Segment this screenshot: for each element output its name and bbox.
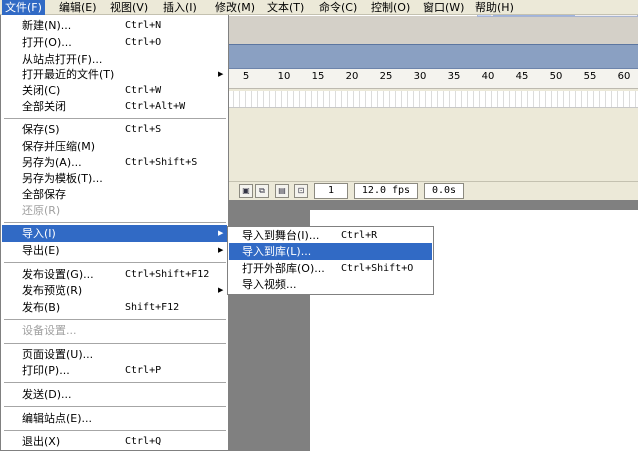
- onion-outline-icon[interactable]: ▤: [275, 184, 289, 198]
- timeline-ruler: 5 10 15 20 25 30 35 40 45 50 55 60: [228, 69, 638, 89]
- menu-item-open-recent[interactable]: 打开最近的文件(T) ▶: [2, 66, 227, 83]
- ruler-tick: 20: [345, 71, 359, 82]
- menu-item-save-as-template[interactable]: 另存为模板(T)...: [2, 170, 227, 187]
- ruler-tick: 5: [242, 71, 250, 82]
- ruler-tick: 45: [515, 71, 529, 82]
- ruler-tick: 55: [583, 71, 597, 82]
- menu-separator: [4, 343, 226, 344]
- menu-item-save[interactable]: 保存(S) Ctrl+S: [2, 121, 227, 138]
- menu-item-device-settings: 设备设置...: [22, 324, 77, 337]
- menu-commands[interactable]: 命令(C): [316, 0, 360, 15]
- menubar: 文件(F) 编辑(E) 视图(V) 插入(I) 修改(M) 文本(T) 命令(C…: [0, 0, 638, 15]
- ruler-tick: 35: [447, 71, 461, 82]
- menu-window[interactable]: 窗口(W): [420, 0, 467, 15]
- file-menu-dropdown: 新建(N)... Ctrl+N 打开(O)... Ctrl+O 从站点打开(F)…: [0, 15, 229, 451]
- menu-separator: [4, 406, 226, 407]
- menu-item-export[interactable]: 导出(E) ▶: [2, 242, 227, 259]
- menu-item-exit[interactable]: 退出(X) Ctrl+Q: [2, 433, 227, 450]
- menu-file[interactable]: 文件(F): [2, 0, 45, 15]
- ruler-tick: 30: [413, 71, 427, 82]
- menu-item-publish[interactable]: 发布(B) Shift+F12: [2, 299, 227, 316]
- center-frame-icon[interactable]: ▣: [239, 184, 253, 198]
- menu-item-save-all[interactable]: 全部保存: [2, 186, 227, 203]
- menu-item-save-and-compact[interactable]: 保存并压缩(M): [2, 138, 227, 155]
- menu-item-page-setup[interactable]: 页面设置(U)...: [2, 346, 227, 363]
- menu-separator: [4, 382, 226, 383]
- panel-header: [228, 16, 638, 44]
- menu-item-publish-settings[interactable]: 发布设置(G)... Ctrl+Shift+F12: [2, 266, 227, 283]
- menu-help[interactable]: 帮助(H): [472, 0, 517, 15]
- menu-separator: [4, 262, 226, 263]
- menu-item-print[interactable]: 打印(P)... Ctrl+P: [2, 362, 227, 379]
- frame-rate-field[interactable]: 12.0 fps: [354, 183, 418, 199]
- ruler-tick: 40: [481, 71, 495, 82]
- menu-item-revert: 还原(R): [22, 204, 61, 217]
- menu-insert[interactable]: 插入(I): [160, 0, 200, 15]
- submenu-item-import-to-library[interactable]: 导入到库(L)...: [229, 243, 432, 260]
- import-submenu: 导入到舞台(I)... Ctrl+R 导入到库(L)... 打开外部库(O)..…: [227, 226, 434, 295]
- menu-item-open[interactable]: 打开(O)... Ctrl+O: [2, 34, 227, 51]
- edit-multiple-frames-icon[interactable]: ⊡: [294, 184, 308, 198]
- menu-item-edit-sites[interactable]: 编辑站点(E)...: [2, 410, 227, 427]
- submenu-arrow-icon: ▶: [218, 246, 224, 254]
- timeline-frames[interactable]: [228, 91, 638, 108]
- ruler-tick: 50: [549, 71, 563, 82]
- elapsed-time-field: 0.0s: [424, 183, 464, 199]
- menu-modify[interactable]: 修改(M): [212, 0, 258, 15]
- ruler-tick: 25: [379, 71, 393, 82]
- ruler-tick: 15: [311, 71, 325, 82]
- timeline-panel: 5 10 15 20 25 30 35 40 45 50 55 60: [228, 69, 638, 181]
- menu-edit[interactable]: 编辑(E): [56, 0, 100, 15]
- menu-item-send[interactable]: 发送(D)...: [2, 386, 227, 403]
- menu-item-close-all[interactable]: 全部关闭 Ctrl+Alt+W: [2, 98, 227, 115]
- menu-separator: [4, 222, 226, 223]
- timeline-status-bar: ▣ ⧉ ▤ ⊡ 1 12.0 fps 0.0s: [228, 181, 638, 200]
- menu-view[interactable]: 视图(V): [107, 0, 151, 15]
- submenu-arrow-icon: ▶: [218, 70, 224, 78]
- submenu-arrow-icon: ▶: [218, 229, 224, 237]
- menu-separator: [4, 319, 226, 320]
- menu-item-close[interactable]: 关闭(C) Ctrl+W: [2, 82, 227, 99]
- ruler-tick: 60: [617, 71, 631, 82]
- document-tab-bar: [228, 44, 638, 69]
- ruler-tick: 10: [277, 71, 291, 82]
- menu-control[interactable]: 控制(O): [368, 0, 413, 15]
- menu-item-new[interactable]: 新建(N)... Ctrl+N: [2, 17, 227, 34]
- onion-skin-icon[interactable]: ⧉: [255, 184, 269, 198]
- submenu-item-import-video[interactable]: 导入视频...: [229, 276, 432, 293]
- menu-text[interactable]: 文本(T): [264, 0, 307, 15]
- menu-separator: [4, 118, 226, 119]
- menu-item-import[interactable]: 导入(I) ▶: [2, 225, 227, 242]
- menu-separator: [4, 430, 226, 431]
- current-frame-field: 1: [314, 183, 348, 199]
- submenu-arrow-icon: ▶: [218, 286, 224, 294]
- menu-item-save-as[interactable]: 另存为(A)... Ctrl+Shift+S: [2, 154, 227, 171]
- menu-item-publish-preview[interactable]: 发布预览(R) ▶: [2, 282, 227, 299]
- submenu-item-import-to-stage[interactable]: 导入到舞台(I)... Ctrl+R: [229, 227, 432, 244]
- submenu-item-open-external-library[interactable]: 打开外部库(O)... Ctrl+Shift+O: [229, 260, 432, 277]
